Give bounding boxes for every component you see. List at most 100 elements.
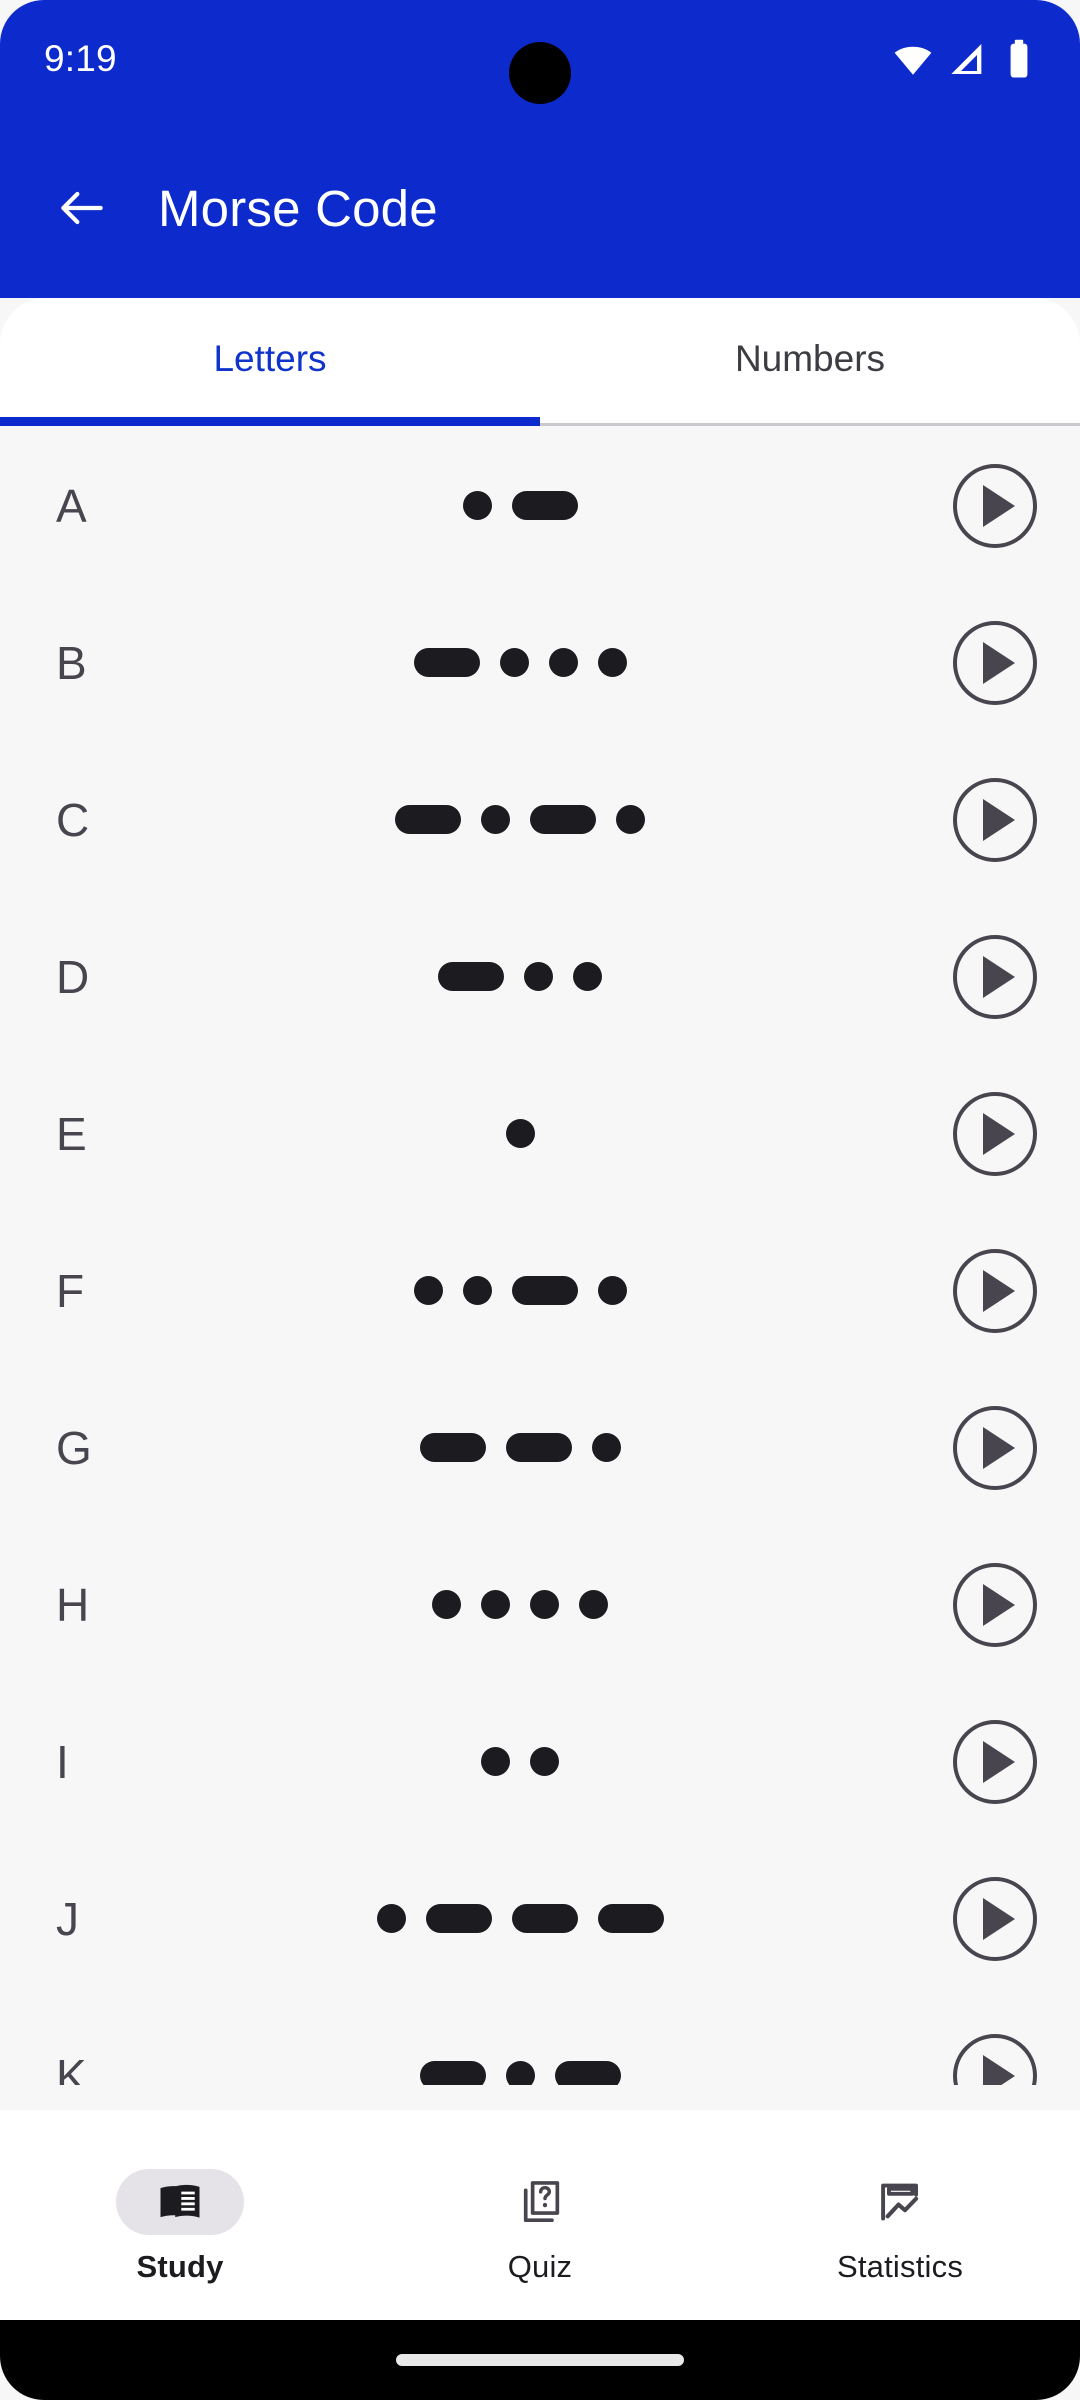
app-bar: Morse Code xyxy=(0,118,1080,298)
morse-dot xyxy=(530,1590,559,1619)
nav-item-statistics[interactable]: Statistics xyxy=(720,2110,1080,2320)
play-circle-icon[interactable] xyxy=(953,934,1037,1019)
status-icon-group xyxy=(892,38,1036,80)
play-circle-icon[interactable] xyxy=(953,1091,1037,1176)
tab-bar: Letters Numbers xyxy=(0,298,1080,426)
morse-dash xyxy=(530,805,596,834)
table-row[interactable]: G xyxy=(0,1369,1080,1526)
play-circle-icon[interactable] xyxy=(953,1405,1037,1490)
phone-screen: 9:19 Morse Code Letters Numbers A B C D … xyxy=(0,0,1080,2400)
morse-dot xyxy=(579,1590,608,1619)
camera-punch-hole xyxy=(509,42,571,104)
row-letter: D xyxy=(56,950,90,1003)
table-row[interactable]: J xyxy=(0,1840,1080,1997)
play-triangle xyxy=(983,1112,1015,1155)
tab-indicator-row xyxy=(0,417,1080,427)
morse-dot xyxy=(548,648,578,677)
gesture-home-bar[interactable] xyxy=(396,2354,684,2366)
play-circle-icon[interactable] xyxy=(953,1562,1037,1647)
book-icon xyxy=(160,2184,200,2218)
nav-label-quiz: Quiz xyxy=(507,2249,573,2284)
table-row[interactable]: A xyxy=(0,427,1080,584)
play-circle-icon[interactable] xyxy=(953,620,1037,705)
morse-dot xyxy=(597,1276,627,1305)
row-play-cell xyxy=(910,620,1080,705)
nav-pill-quiz xyxy=(476,2169,604,2235)
morse-dot xyxy=(505,2061,535,2085)
morse-dot xyxy=(616,805,645,834)
row-morse-pattern xyxy=(200,491,910,520)
status-clock: 9:19 xyxy=(44,38,117,79)
wifi-icon xyxy=(894,46,932,75)
table-row[interactable]: H xyxy=(0,1526,1080,1683)
row-play-cell xyxy=(910,1876,1080,1961)
play-circle-icon[interactable] xyxy=(953,1248,1037,1333)
morse-dash xyxy=(419,1433,486,1462)
table-row[interactable]: C xyxy=(0,741,1080,898)
table-row[interactable]: E xyxy=(0,1055,1080,1212)
row-play-cell xyxy=(910,463,1080,548)
play-circle-icon[interactable] xyxy=(953,777,1037,862)
table-row[interactable]: F xyxy=(0,1212,1080,1369)
row-morse-pattern xyxy=(200,648,910,677)
bottom-navigation-bar: Study Quiz Statistics xyxy=(0,2110,1080,2320)
system-gesture-area xyxy=(0,2320,1080,2400)
row-play-cell xyxy=(910,1091,1080,1176)
tab-letters[interactable]: Letters xyxy=(0,298,540,426)
play-triangle xyxy=(983,484,1015,527)
morse-dot xyxy=(481,1590,510,1619)
morse-dot xyxy=(499,648,529,677)
morse-dash xyxy=(511,491,578,520)
play-triangle xyxy=(983,2054,1015,2085)
row-letter: B xyxy=(56,636,88,689)
status-bar: 9:19 xyxy=(0,0,1080,118)
back-arrow-icon xyxy=(61,191,103,225)
morse-dash xyxy=(505,1433,572,1462)
row-play-cell xyxy=(910,777,1080,862)
row-morse-pattern xyxy=(200,1119,910,1148)
tab-inactive-divider xyxy=(540,417,1080,426)
morse-dash xyxy=(425,1904,492,1933)
morse-dot xyxy=(591,1433,621,1462)
morse-dot xyxy=(376,1904,406,1933)
play-circle-icon[interactable] xyxy=(953,1719,1037,1804)
nav-label-statistics: Statistics xyxy=(836,2249,964,2284)
nav-pill-study xyxy=(116,2169,244,2235)
play-circle-icon[interactable] xyxy=(953,1876,1037,1961)
morse-dot xyxy=(524,962,553,991)
row-letter: C xyxy=(56,793,90,846)
play-circle-icon[interactable] xyxy=(953,2033,1037,2085)
nav-item-study[interactable]: Study xyxy=(0,2110,360,2320)
morse-letter-list[interactable]: A B C D E F G H I J K xyxy=(0,427,1080,2085)
table-row[interactable]: B xyxy=(0,584,1080,741)
play-circle-icon[interactable] xyxy=(953,463,1037,548)
morse-dot xyxy=(530,1747,559,1776)
morse-dash xyxy=(554,2061,621,2085)
row-play-cell xyxy=(910,1719,1080,1804)
row-morse-pattern xyxy=(200,1433,910,1462)
quiz-question-icon xyxy=(523,2181,560,2223)
tab-numbers[interactable]: Numbers xyxy=(540,298,1080,426)
battery-icon xyxy=(1010,39,1028,78)
back-button[interactable] xyxy=(40,166,124,250)
morse-dot xyxy=(462,491,492,520)
row-play-cell xyxy=(910,2033,1080,2085)
row-morse-pattern xyxy=(200,962,910,991)
morse-dash xyxy=(413,648,480,677)
morse-dot xyxy=(462,1276,492,1305)
nav-item-quiz[interactable]: Quiz xyxy=(360,2110,720,2320)
play-triangle xyxy=(983,1740,1015,1783)
row-letter: H xyxy=(56,1578,90,1631)
row-play-cell xyxy=(910,934,1080,1019)
morse-dot xyxy=(505,1119,535,1148)
play-triangle xyxy=(983,1426,1015,1469)
morse-dash xyxy=(511,1276,578,1305)
table-row[interactable]: I xyxy=(0,1683,1080,1840)
morse-dot xyxy=(481,805,510,834)
table-row[interactable]: K xyxy=(0,1997,1080,2085)
table-row[interactable]: D xyxy=(0,898,1080,1055)
row-play-cell xyxy=(910,1562,1080,1647)
row-letter: J xyxy=(56,1892,80,1945)
cellular-signal-icon xyxy=(951,44,982,74)
row-morse-pattern xyxy=(200,805,910,834)
